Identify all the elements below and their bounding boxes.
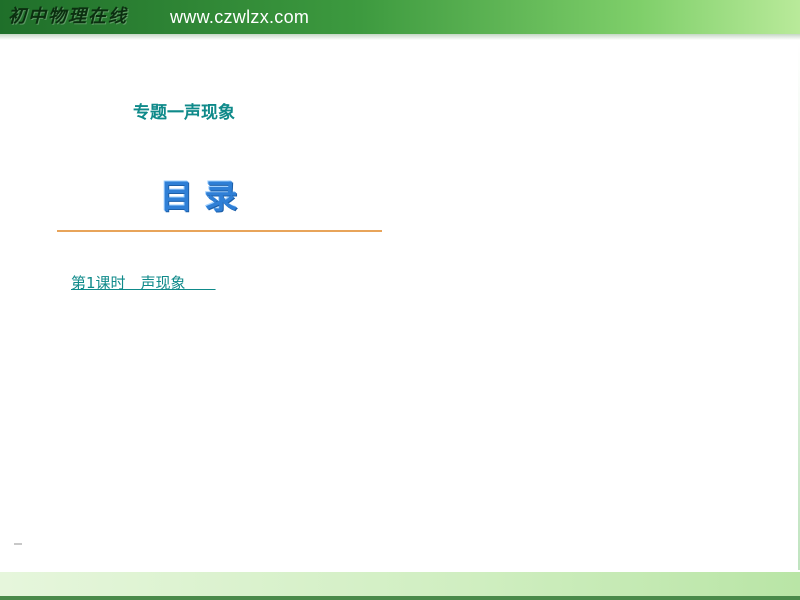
heading-divider [57, 230, 382, 232]
banner-shadow [0, 34, 800, 40]
top-banner: 初中物理在线 www.czwlzx.com [0, 0, 800, 34]
left-margin-mark [14, 543, 22, 545]
banner-url: www.czwlzx.com [170, 7, 310, 27]
toc-heading: 目 录 [160, 177, 238, 216]
lesson-link-1[interactable]: 第1课时 声现象 [71, 272, 241, 293]
bottom-border-line [0, 596, 800, 600]
subject-title: 专题一声现象 [133, 103, 235, 123]
banner-brand-logo: 初中物理在线 [8, 6, 128, 27]
